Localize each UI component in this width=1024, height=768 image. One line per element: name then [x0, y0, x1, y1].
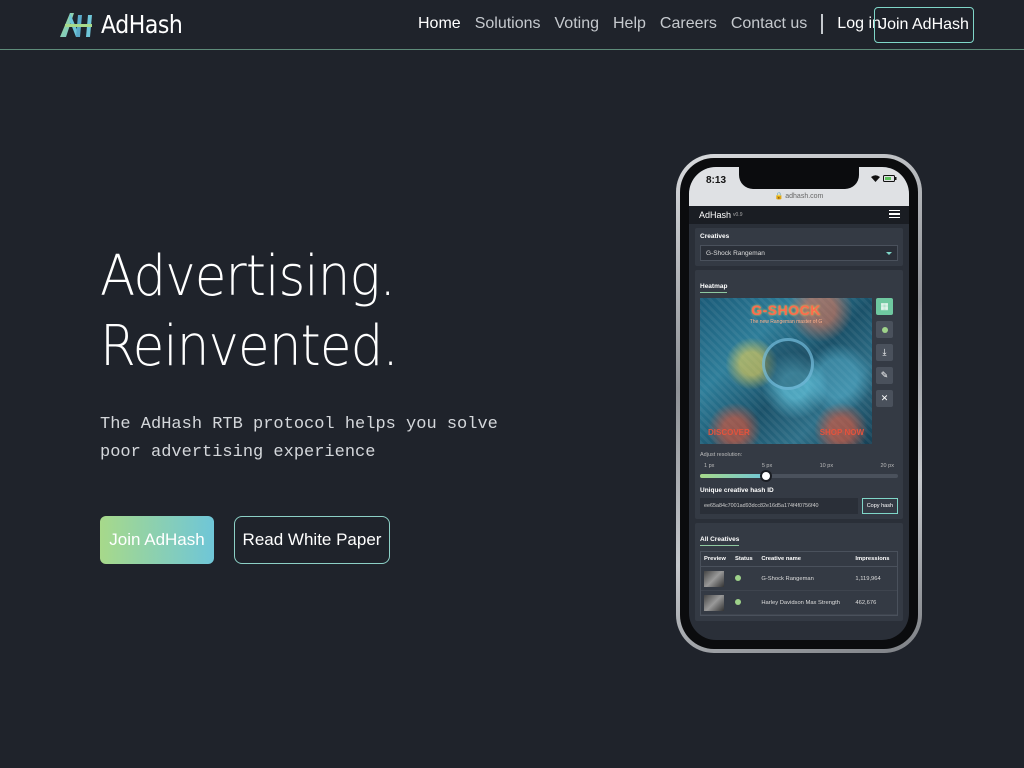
nav-home[interactable]: Home	[418, 15, 461, 33]
creatives-title: Creatives	[700, 233, 730, 240]
nav-divider	[821, 14, 824, 34]
dot-icon[interactable]	[876, 321, 893, 338]
hero-title-line2: Reinvented.	[100, 314, 399, 379]
heatmap-image: G-SHOCK The new Rangeman master of G DIS…	[700, 298, 872, 444]
status-time: 8:13	[706, 175, 727, 186]
pencil-icon[interactable]: ✎	[876, 367, 893, 384]
creative-thumbnail	[704, 594, 724, 611]
heatmap-brand: G-SHOCK	[751, 302, 821, 318]
heatmap-shop-now: SHOP NOW	[819, 428, 864, 437]
adhash-logo-icon	[58, 9, 98, 39]
app-version: v0.9	[733, 212, 743, 218]
logo-text: AdHash	[101, 9, 183, 39]
heatmap-discover: DISCOVER	[708, 428, 750, 437]
status-active-dot	[735, 598, 742, 605]
tick-5px: 5 px	[761, 463, 773, 469]
hero-title: Advertising. Reinvented.	[100, 242, 399, 382]
join-adhash-button[interactable]: Join AdHash	[100, 516, 214, 564]
col-creative-name[interactable]: Creative name	[758, 552, 853, 567]
app-logo-text: AdHash	[699, 210, 732, 220]
logo[interactable]: AdHash	[58, 9, 194, 39]
status-active-dot	[735, 574, 742, 581]
tick-10px: 10 px	[819, 463, 834, 469]
download-icon[interactable]: ⤓	[876, 344, 893, 361]
resolution-ticks: 1 px 5 px 10 px 20 px	[700, 463, 898, 469]
col-impressions[interactable]: Impressions	[852, 552, 897, 567]
creative-thumbnail	[704, 570, 724, 587]
all-creatives-title: All Creatives	[700, 536, 740, 546]
nav-voting[interactable]: Voting	[555, 15, 599, 33]
table-row[interactable]: Harley Davidson Max Strength 462,676	[701, 590, 897, 615]
nav-careers[interactable]: Careers	[660, 15, 717, 33]
wifi-icon	[871, 174, 880, 185]
nav-contact[interactable]: Contact us	[731, 15, 807, 33]
phone-mockup: 8:13 🔒 adhash.com AdHash v0.9 Creatives …	[676, 154, 922, 653]
grid-icon[interactable]: ▦	[876, 298, 893, 315]
slider-fill	[700, 474, 766, 478]
nav-links: Home Solutions Voting Help Careers Conta…	[418, 14, 895, 34]
creative-select-value: G-Shock Rangeman	[706, 249, 765, 257]
top-nav: AdHash Home Solutions Voting Help Career…	[0, 0, 1024, 50]
nav-solutions[interactable]: Solutions	[475, 15, 541, 33]
heatmap-card: Heatmap G-SHOCK The new Rangeman master …	[695, 270, 903, 519]
heatmap-tools: ▦ ⤓ ✎ ✕	[876, 298, 893, 444]
join-nav-button[interactable]: Join AdHash	[874, 7, 974, 43]
read-white-paper-button[interactable]: Read White Paper	[234, 516, 390, 564]
chevron-down-icon	[886, 251, 892, 255]
all-creatives-card: All Creatives Preview Status Creative na…	[695, 523, 903, 621]
creative-name: Harley Davidson Max Strength	[758, 590, 853, 615]
slider-handle[interactable]	[759, 470, 772, 482]
creative-name: G-Shock Rangeman	[758, 566, 853, 591]
creatives-table: Preview Status Creative name Impressions…	[701, 552, 897, 615]
resolution-slider[interactable]	[700, 470, 898, 482]
phone-screen: 8:13 🔒 adhash.com AdHash v0.9 Creatives …	[689, 167, 909, 640]
phone-notch	[739, 167, 859, 189]
creative-impressions: 462,676	[852, 590, 897, 615]
hero-title-line1: Advertising.	[100, 244, 396, 309]
table-row[interactable]: G-Shock Rangeman 1,119,964	[701, 566, 897, 591]
app-logo[interactable]: AdHash v0.9	[699, 210, 742, 220]
tick-20px: 20 px	[880, 463, 894, 469]
hero-subtitle: The AdHash RTB protocol helps you solve …	[100, 415, 498, 462]
tick-1px: 1 px	[704, 463, 715, 469]
close-icon[interactable]: ✕	[876, 390, 893, 407]
nav-help[interactable]: Help	[613, 15, 646, 33]
col-status[interactable]: Status	[732, 552, 759, 567]
col-preview[interactable]: Preview	[701, 552, 733, 567]
resolution-label: Adjust resolution:	[700, 452, 743, 458]
creative-select[interactable]: G-Shock Rangeman	[700, 245, 898, 261]
watch-graphic	[762, 338, 814, 390]
hash-field[interactable]: ee65a84c7001ad93dcc82e16d5a174f4f0756f40	[700, 498, 858, 514]
hash-label: Unique creative hash ID	[700, 487, 774, 494]
heatmap-tagline: The new Rangeman master of G	[749, 319, 823, 325]
table-header: Preview Status Creative name Impressions	[701, 552, 897, 567]
creatives-card: Creatives G-Shock Rangeman	[695, 228, 903, 266]
url-bar[interactable]: 🔒 adhash.com	[689, 191, 909, 206]
app-header: AdHash v0.9	[689, 206, 909, 224]
battery-icon	[883, 174, 897, 185]
heatmap-title: Heatmap	[700, 283, 728, 293]
creative-impressions: 1,119,964	[852, 566, 897, 591]
hamburger-menu-icon[interactable]	[889, 210, 900, 218]
copy-hash-button[interactable]: Copy hash	[861, 498, 898, 514]
